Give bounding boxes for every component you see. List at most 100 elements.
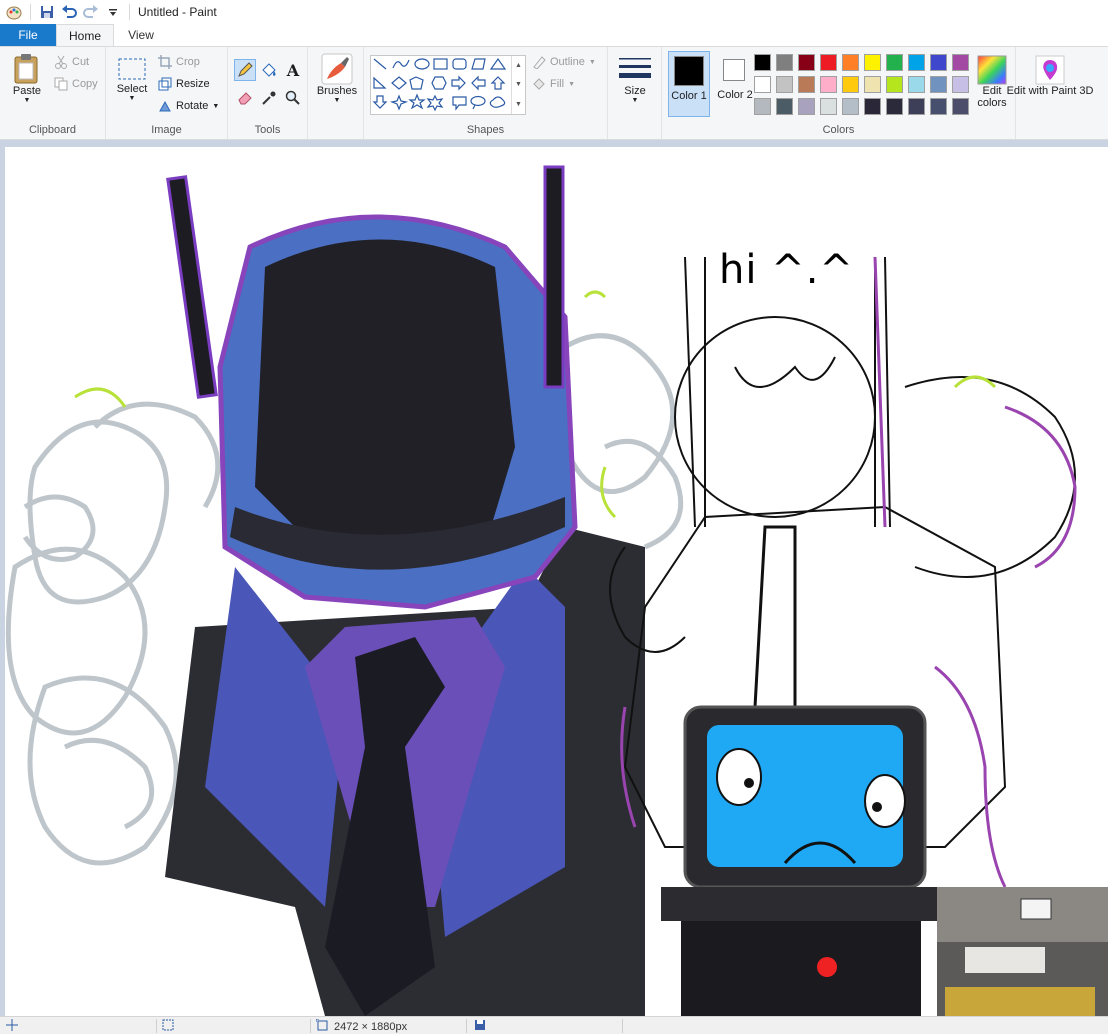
palette-swatch[interactable] — [754, 54, 771, 71]
tab-home[interactable]: Home — [56, 24, 114, 46]
select-button[interactable]: Select ▼ — [114, 57, 150, 102]
palette-swatch[interactable] — [842, 98, 859, 115]
resize-icon — [158, 77, 172, 91]
edit-paint3d-button[interactable]: Edit with Paint 3D — [1007, 55, 1093, 97]
magnifier-icon[interactable] — [282, 87, 304, 109]
pencil-icon[interactable] — [234, 59, 256, 81]
selection-size — [162, 1019, 174, 1034]
palette-swatch[interactable] — [754, 76, 771, 93]
palette-swatch[interactable] — [820, 54, 837, 71]
palette-swatch[interactable] — [886, 54, 903, 71]
brushes-label: Brushes — [316, 85, 358, 97]
color2-swatch — [723, 59, 745, 81]
palette-swatch[interactable] — [864, 76, 881, 93]
palette-swatch[interactable] — [798, 76, 815, 93]
image-size: 2472 × 1880px — [315, 1018, 407, 1034]
expand-gallery-icon[interactable]: ▼ — [515, 101, 522, 108]
palette-swatch[interactable] — [776, 76, 793, 93]
status-divider — [622, 1019, 623, 1033]
redo-icon[interactable] — [81, 2, 101, 22]
brushes-button[interactable]: Brushes ▼ — [314, 53, 360, 104]
palette-swatch[interactable] — [776, 54, 793, 71]
edit-colors-button[interactable]: Edit colors — [972, 55, 1012, 109]
hi-caption: hi ^.^ — [719, 247, 854, 293]
tab-file[interactable]: File — [0, 24, 56, 46]
chevron-down-icon: ▼ — [128, 95, 136, 102]
crop-label: Crop — [176, 56, 200, 68]
palette-swatch[interactable] — [820, 76, 837, 93]
color-picker-icon[interactable] — [258, 87, 280, 109]
tools-group: A Tools — [228, 47, 308, 139]
copy-label: Copy — [72, 78, 98, 90]
color2-label: Color 2 — [717, 89, 753, 101]
palette-swatch[interactable] — [842, 76, 859, 93]
palette-swatch[interactable] — [798, 98, 815, 115]
palette-swatch[interactable] — [842, 54, 859, 71]
color1-swatch — [674, 56, 704, 86]
palette-swatch[interactable] — [908, 98, 925, 115]
status-bar: 2472 × 1880px — [0, 1016, 1108, 1034]
brush-icon — [321, 53, 353, 85]
palette-swatch[interactable] — [754, 98, 771, 115]
customize-qa-icon[interactable] — [103, 2, 123, 22]
outline-button[interactable]: Outline ▼ — [532, 55, 596, 69]
palette-swatch[interactable] — [908, 76, 925, 93]
rotate-button[interactable]: Rotate ▼ — [158, 99, 219, 113]
left-character-helmet — [166, 165, 578, 610]
fill-icon — [532, 77, 546, 91]
title-bar: Untitled - Paint — [0, 0, 1108, 24]
palette-swatch[interactable] — [886, 76, 903, 93]
line-size-icon — [618, 55, 652, 85]
crop-button[interactable]: Crop — [158, 55, 200, 69]
copy-icon — [54, 77, 68, 91]
rotate-label: Rotate — [176, 100, 209, 112]
shapes-gallery: ▲ ▼ ▼ — [370, 55, 526, 115]
chevron-down-icon[interactable]: ▼ — [515, 81, 522, 88]
palette-swatch[interactable] — [930, 54, 947, 71]
tab-view[interactable]: View — [114, 24, 168, 46]
paint-app-icon[interactable] — [4, 2, 24, 22]
status-divider — [310, 1019, 311, 1033]
palette-swatch[interactable] — [776, 98, 793, 115]
palette-swatch[interactable] — [798, 54, 815, 71]
palette-swatch[interactable] — [864, 98, 881, 115]
qa-separator — [129, 4, 130, 20]
copy-button[interactable]: Copy — [54, 77, 98, 91]
image-group: Select ▼ Crop Resize Rotate ▼ Image — [106, 47, 228, 139]
fill-bucket-icon[interactable] — [258, 59, 280, 81]
paste-button[interactable]: Paste ▼ — [8, 53, 46, 104]
resize-button[interactable]: Resize — [158, 77, 210, 91]
brushes-group: Brushes ▼ — [308, 47, 364, 139]
eraser-icon[interactable] — [234, 87, 256, 109]
text-icon[interactable]: A — [282, 59, 304, 81]
palette-swatch[interactable] — [886, 98, 903, 115]
shapes-gallery-icons[interactable] — [371, 56, 507, 114]
drawing-canvas[interactable]: hi ^.^ — [5, 147, 1108, 1016]
palette-swatch[interactable] — [952, 76, 969, 93]
palette-swatch[interactable] — [930, 98, 947, 115]
canvas-artwork — [5, 165, 1108, 1016]
palette-swatch[interactable] — [930, 76, 947, 93]
undo-icon[interactable] — [59, 2, 79, 22]
image-group-label: Image — [151, 124, 182, 136]
shapes-scroll[interactable]: ▲ ▼ ▼ — [511, 56, 525, 114]
cut-button[interactable]: Cut — [54, 55, 89, 69]
palette-swatch[interactable] — [820, 98, 837, 115]
color1-button[interactable]: Color 1 — [668, 51, 710, 117]
chevron-up-icon[interactable]: ▲ — [515, 62, 522, 69]
select-label: Select — [116, 83, 148, 95]
palette-swatch[interactable] — [952, 54, 969, 71]
palette-swatch[interactable] — [908, 54, 925, 71]
chevron-down-icon: ▼ — [631, 97, 639, 104]
color2-button[interactable]: Color 2 — [714, 51, 756, 117]
palette-swatch[interactable] — [864, 54, 881, 71]
select-rectangle-icon — [117, 57, 147, 83]
size-button[interactable]: Size ▼ — [616, 55, 654, 104]
save-icon[interactable] — [37, 2, 57, 22]
ribbon: Paste ▼ Cut Copy Clipboard Select ▼ Crop… — [0, 46, 1108, 140]
size-label: Size — [624, 85, 646, 97]
crop-icon — [158, 55, 172, 69]
palette-swatch[interactable] — [952, 98, 969, 115]
fill-button[interactable]: Fill ▼ — [532, 77, 575, 91]
workspace: hi ^.^ — [0, 140, 1108, 1016]
